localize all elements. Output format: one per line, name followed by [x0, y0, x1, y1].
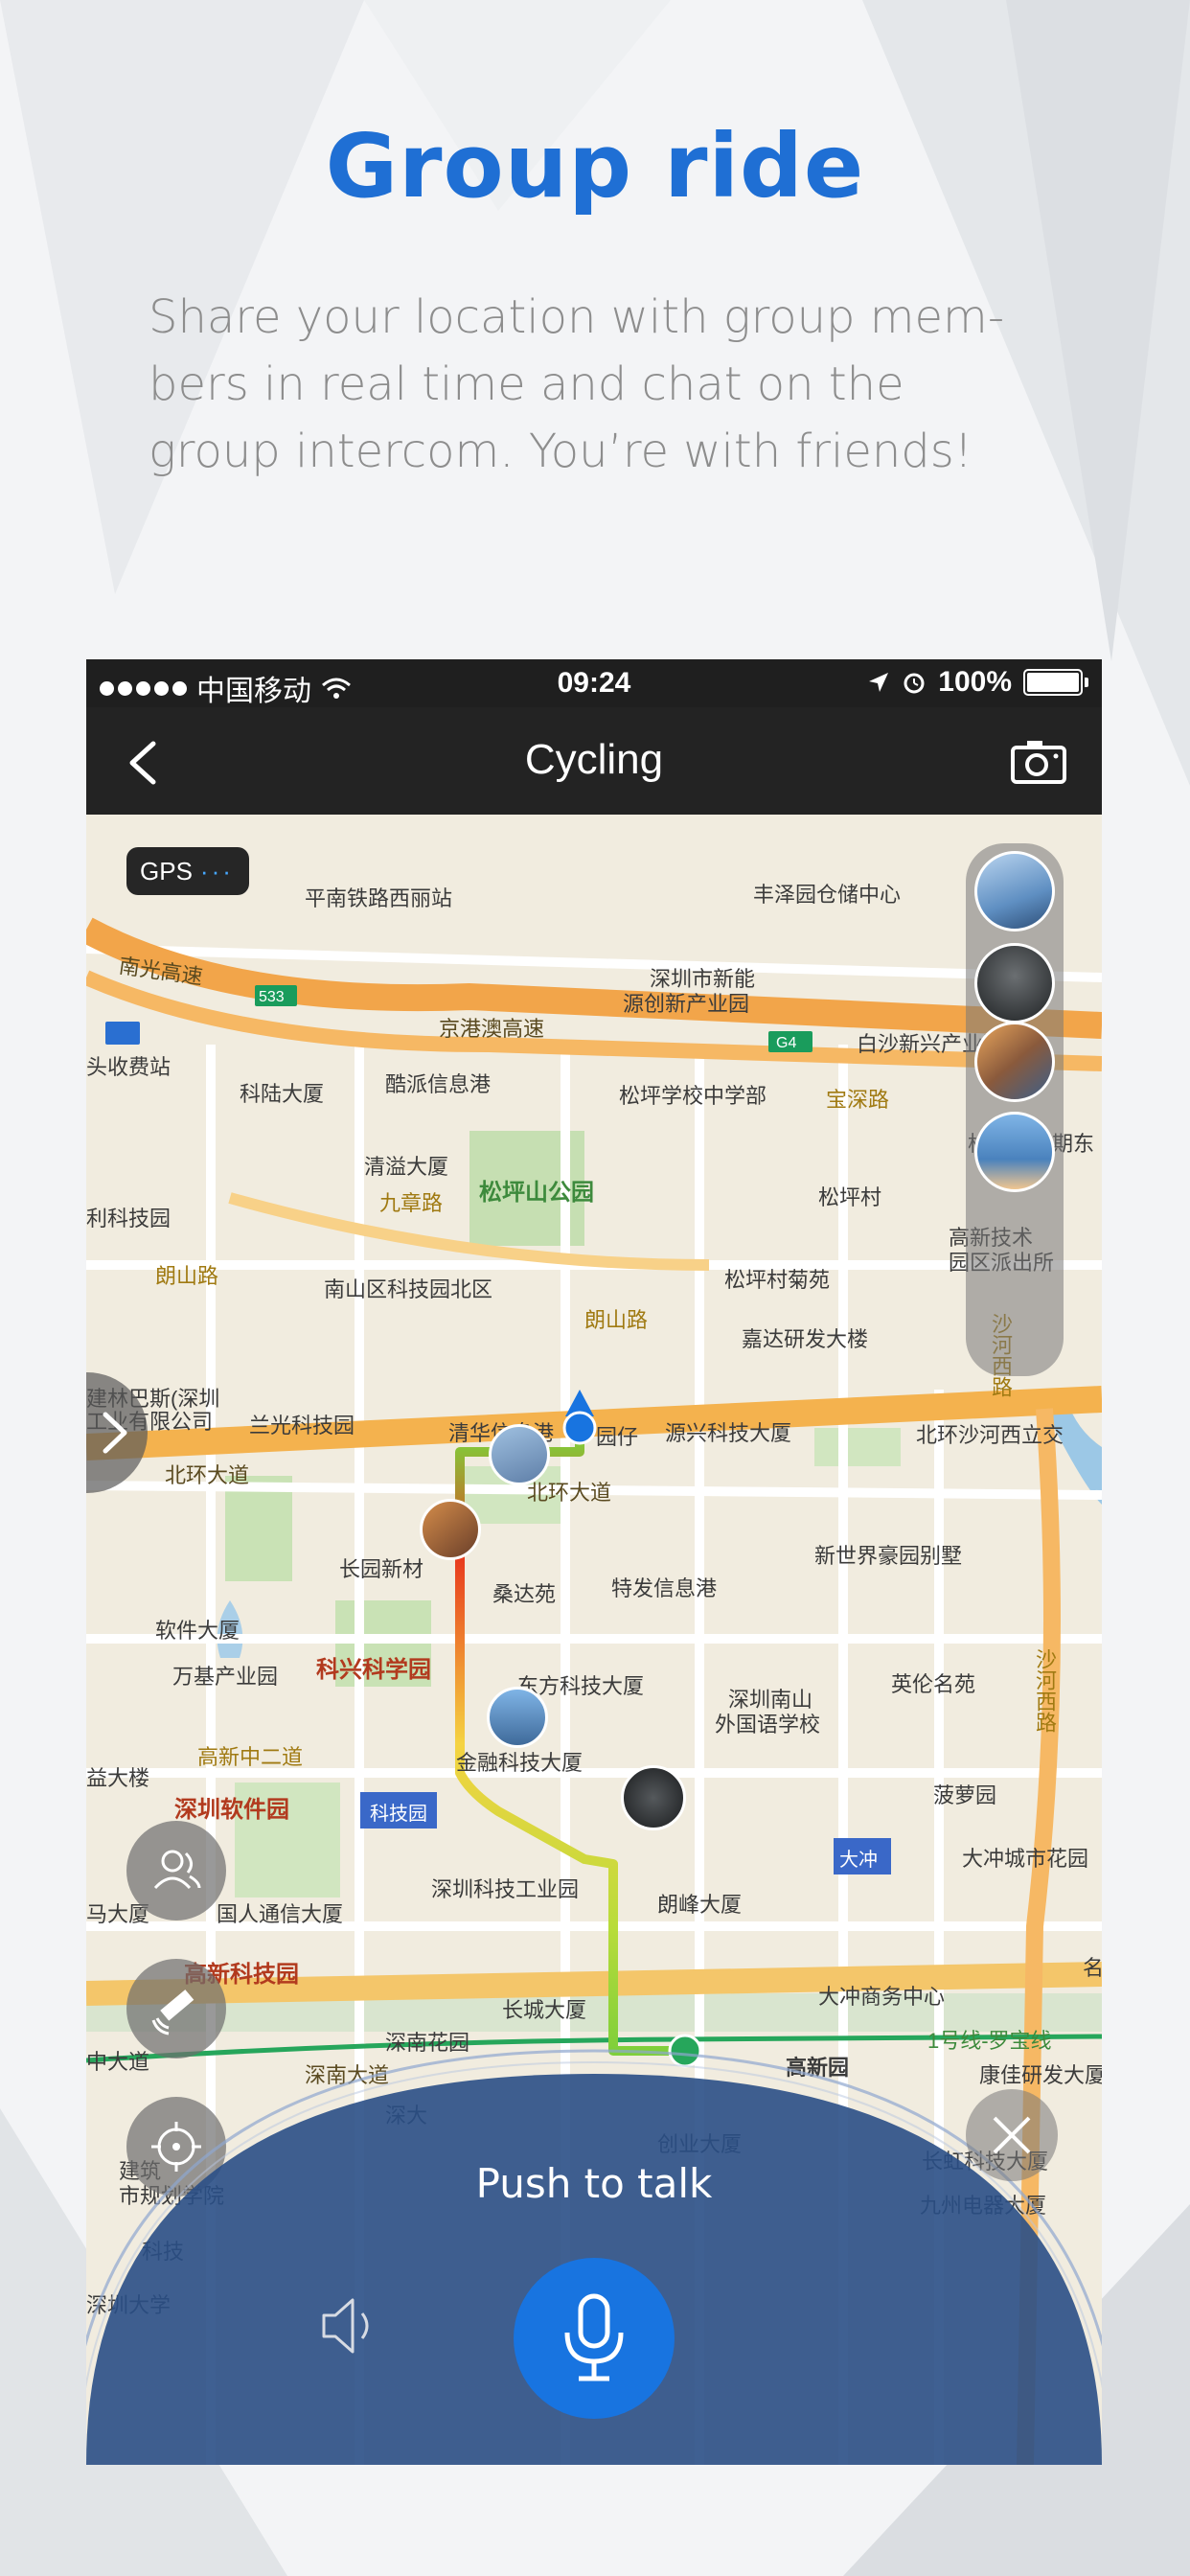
- satellite-icon: [151, 1990, 195, 2036]
- map-label: 桑达苑: [492, 1582, 557, 1606]
- microphone-button[interactable]: [514, 2258, 675, 2419]
- map-label: 源创新产业园: [623, 992, 750, 1016]
- member-marker[interactable]: [420, 1499, 481, 1560]
- map-label: 深圳科技工业园: [431, 1877, 580, 1901]
- map-label: 清溢大厦: [364, 1155, 449, 1179]
- map-label: 松坪学校中学部: [619, 1084, 767, 1108]
- map-label: 北环大道: [165, 1463, 250, 1487]
- map-label: 英伦名苑: [891, 1672, 976, 1696]
- map-label: 菠萝园: [933, 1783, 997, 1807]
- map-label: 北环大道: [527, 1481, 612, 1505]
- svg-text:533: 533: [259, 989, 285, 1005]
- map-label: 新世界豪园别墅: [814, 1544, 963, 1568]
- map-label: 高新中二道: [197, 1745, 304, 1769]
- close-button[interactable]: [966, 2089, 1058, 2181]
- chevron-right-icon: [103, 1412, 127, 1454]
- map-view[interactable]: 533 G4 平南铁路西丽站 丰泽园仓储中心 南光高速 深圳市新能 源创新产业园…: [86, 815, 1102, 2465]
- map-label: 科兴科学园: [316, 1657, 431, 1683]
- map-label: 康佳研发大厦: [979, 2063, 1102, 2087]
- map-label: 深南大道: [305, 2063, 390, 2087]
- map-label: 长园新材: [339, 1557, 424, 1581]
- nav-bar: Cycling: [86, 707, 1102, 815]
- map-label: 利科技园: [86, 1207, 172, 1230]
- map-label: 朗山路: [155, 1264, 219, 1288]
- map-label: 深圳大学: [86, 2293, 172, 2317]
- map-label: 沙河西路: [1033, 1648, 1057, 1733]
- map-label: 园仔: [596, 1425, 639, 1449]
- satellite-button[interactable]: [126, 1959, 226, 2058]
- map-label: 长城大厦: [502, 1998, 587, 2022]
- map-label: 创业大厦: [657, 2132, 743, 2156]
- map-label: 名: [1083, 1956, 1102, 1980]
- map-label: 大冲: [839, 1850, 878, 1871]
- map-label: 九章路: [379, 1191, 444, 1215]
- group-members-strip[interactable]: [966, 843, 1064, 1376]
- status-bar: 中国移动 09:24 100%: [86, 659, 1102, 707]
- map-label: 外国语学校: [715, 1713, 821, 1736]
- member-avatar[interactable]: [974, 1112, 1055, 1192]
- map-label: 大冲城市花园: [962, 1847, 1089, 1871]
- microphone-icon: [564, 2293, 624, 2381]
- member-avatar[interactable]: [974, 851, 1055, 932]
- map-label: 中大道: [86, 2050, 150, 2074]
- map-label: 酷派信息港: [385, 1072, 492, 1096]
- speaker-button[interactable]: [316, 2292, 383, 2359]
- map-label: 科技园: [370, 1804, 427, 1825]
- location-arrow-icon: [869, 673, 889, 692]
- map-label: 头收费站: [86, 1055, 172, 1079]
- side-panel-toggle[interactable]: [86, 1372, 148, 1493]
- map-label: 松坪村菊苑: [724, 1268, 831, 1292]
- members-button[interactable]: [126, 1821, 226, 1920]
- map-label: 1号线-罗宝线: [927, 2029, 1052, 2053]
- camera-button[interactable]: [1010, 738, 1067, 786]
- map-label: 深圳软件园: [174, 1797, 289, 1823]
- map-label: 平南铁路西丽站: [305, 886, 453, 910]
- map-label: 金融科技大厦: [456, 1751, 584, 1775]
- member-marker[interactable]: [489, 1424, 550, 1485]
- promo-description: Share your location with group mem-bers …: [149, 290, 1005, 478]
- alarm-icon: [904, 673, 925, 694]
- map-label: 京港澳高速: [439, 1017, 545, 1041]
- map-label: 特发信息港: [611, 1576, 718, 1600]
- gps-label: GPS: [140, 856, 193, 886]
- map-label: 宝深路: [826, 1088, 890, 1112]
- map-label: 深大: [385, 2104, 428, 2128]
- member-marker[interactable]: [621, 1765, 686, 1830]
- map-label: 益大楼: [86, 1766, 150, 1790]
- member-avatar[interactable]: [974, 1022, 1055, 1102]
- map-label: 源兴科技大厦: [665, 1421, 792, 1445]
- map-label: 高新园: [786, 2056, 850, 2080]
- map-label: 深南花园: [385, 2031, 470, 2055]
- battery-icon: [1023, 669, 1083, 696]
- map-label: 嘉达研发大楼: [742, 1327, 869, 1351]
- map-label: 大冲商务中心: [818, 1985, 946, 2009]
- members-icon: [153, 1850, 201, 1890]
- map-label: 兰光科技园: [249, 1414, 355, 1438]
- promo-headline: Group ride: [325, 115, 865, 218]
- map-label: 朗山路: [584, 1308, 649, 1332]
- map-label: 丰泽园仓储中心: [753, 883, 902, 907]
- map-label: 松坪村: [818, 1185, 882, 1209]
- map-label: 科技: [142, 2240, 185, 2264]
- battery-percent: 100%: [938, 666, 1012, 698]
- map-label: 南山区科技园北区: [324, 1277, 493, 1301]
- member-avatar[interactable]: [974, 943, 1055, 1024]
- map-label: 北环沙河西立交: [916, 1423, 1064, 1447]
- map-label: 万基产业园: [172, 1665, 279, 1689]
- svg-text:G4: G4: [776, 1035, 796, 1051]
- page-title: Cycling: [524, 736, 664, 783]
- close-icon: [993, 2116, 1031, 2154]
- push-to-talk-label: Push to talk: [475, 2160, 713, 2207]
- map-label: 朗峰大厦: [657, 1893, 743, 1917]
- phone-screen: 中国移动 09:24 100% Cycling 533 G4 平南铁路西丽站 丰…: [86, 659, 1102, 2465]
- map-label: 科陆大厦: [240, 1082, 325, 1106]
- map-label: 软件大厦: [155, 1619, 240, 1643]
- map-label: 松坪山公园: [479, 1180, 594, 1206]
- gps-status-chip: GPS ···: [126, 847, 249, 895]
- map-label: 国人通信大厦: [217, 1902, 344, 1926]
- member-marker[interactable]: [487, 1687, 548, 1748]
